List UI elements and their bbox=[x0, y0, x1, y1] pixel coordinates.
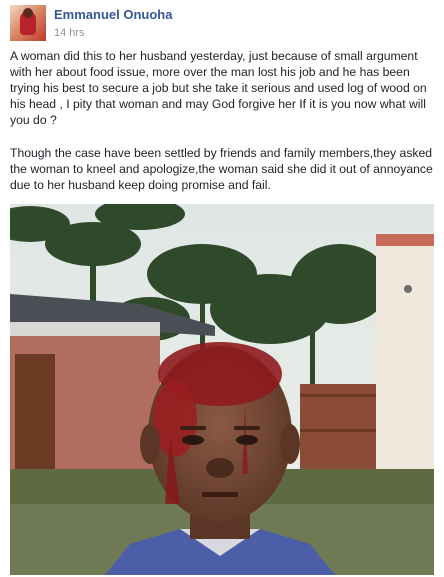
post-photo-image bbox=[10, 204, 434, 575]
avatar-head bbox=[23, 8, 33, 18]
post-timestamp[interactable]: 14 hrs bbox=[54, 27, 85, 39]
post-text-paragraph: Though the case have been settled by fri… bbox=[10, 146, 433, 192]
author-name[interactable]: Emmanuel Onuoha bbox=[54, 7, 172, 22]
post-header: Emmanuel Onuoha 14 hrs bbox=[10, 5, 434, 43]
post-text-paragraph: A woman did this to her husband yesterda… bbox=[10, 49, 427, 127]
facebook-post: Emmanuel Onuoha 14 hrs A woman did this … bbox=[0, 0, 444, 577]
avatar[interactable] bbox=[10, 5, 46, 41]
post-photo[interactable] bbox=[10, 204, 434, 575]
